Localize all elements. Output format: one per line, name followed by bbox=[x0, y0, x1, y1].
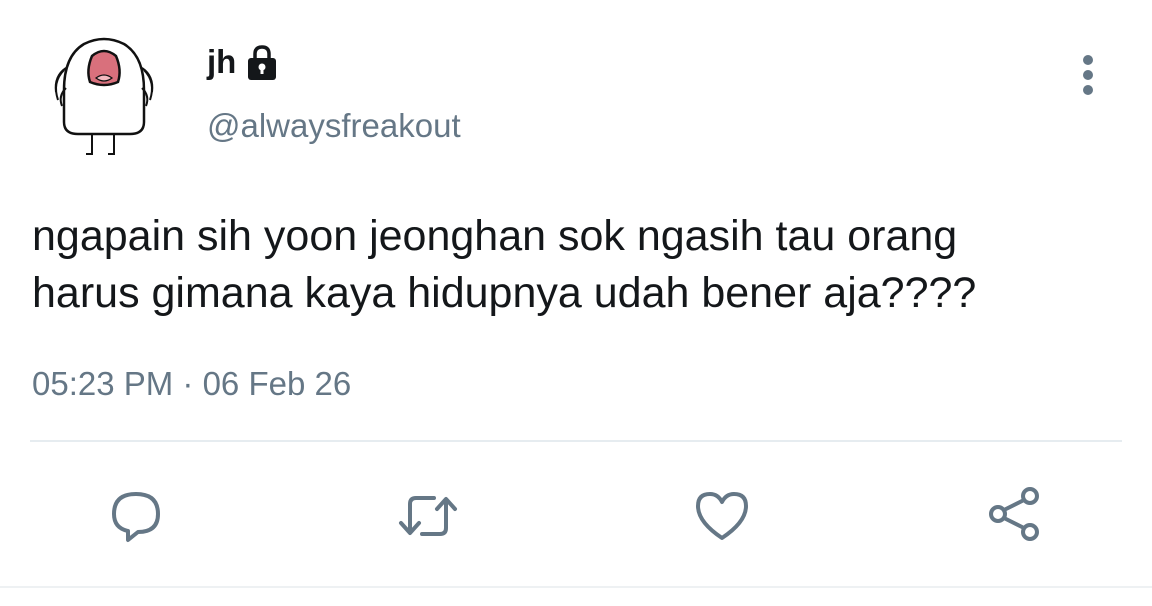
tweet-card: jh @alwaysfreakout ngapain sih yoon jeon… bbox=[0, 0, 1152, 606]
tweet-time: 05:23 PM bbox=[32, 365, 174, 402]
tweet-timestamp[interactable]: 05:23 PM · 06 Feb 26 bbox=[32, 362, 351, 406]
share-button[interactable] bbox=[984, 484, 1048, 548]
tweet-date: 06 Feb 26 bbox=[202, 365, 352, 402]
reply-button[interactable] bbox=[104, 484, 168, 548]
like-button[interactable] bbox=[690, 484, 754, 548]
screaming-doodle-avatar-icon bbox=[54, 37, 154, 155]
heart-icon bbox=[696, 492, 748, 540]
kebab-menu-icon bbox=[1083, 55, 1093, 95]
retweet-icon bbox=[399, 496, 457, 536]
share-icon bbox=[989, 487, 1039, 541]
bottom-border bbox=[0, 586, 1152, 588]
reply-icon bbox=[112, 492, 160, 542]
author-name-row: jh bbox=[207, 40, 282, 84]
display-name[interactable]: jh bbox=[207, 40, 236, 84]
divider bbox=[30, 440, 1122, 442]
timestamp-separator: · bbox=[173, 365, 203, 402]
tweet-text: ngapain sih yoon jeonghan sok ngasih tau… bbox=[32, 212, 977, 317]
author-handle[interactable]: @alwaysfreakout bbox=[207, 104, 461, 148]
more-options-button[interactable] bbox=[1068, 52, 1108, 100]
retweet-button[interactable] bbox=[396, 484, 460, 548]
avatar[interactable] bbox=[44, 30, 164, 164]
lock-icon bbox=[242, 43, 282, 83]
